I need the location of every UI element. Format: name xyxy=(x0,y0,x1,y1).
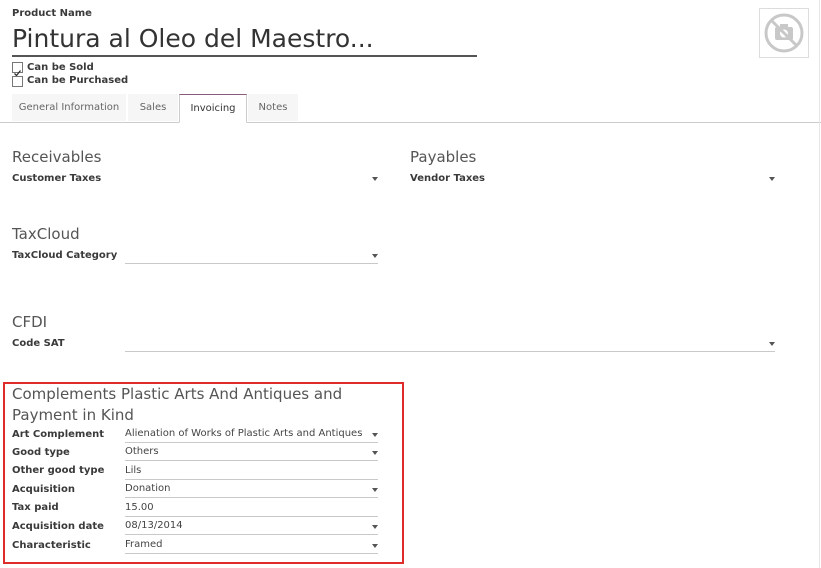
no-photo-camera-icon xyxy=(764,13,804,53)
chevron-down-icon xyxy=(372,451,378,455)
characteristic-field[interactable]: Framed xyxy=(125,539,378,554)
product-image[interactable] xyxy=(759,8,809,58)
can-be-purchased-checkbox[interactable] xyxy=(12,76,23,87)
other-good-type-value: Lils xyxy=(125,465,142,476)
other-good-type-label: Other good type xyxy=(12,465,105,476)
chevron-down-icon xyxy=(769,342,775,346)
complements-heading: Complements Plastic Arts And Antiques an… xyxy=(12,384,342,426)
product-name-input[interactable]: Pintura al Oleo del Maestro... xyxy=(12,22,477,57)
chevron-down-icon xyxy=(372,525,378,529)
vendor-taxes-label: Vendor Taxes xyxy=(410,173,485,184)
taxcloud-category-field[interactable] xyxy=(125,249,378,264)
other-good-type-input[interactable]: Lils xyxy=(125,465,378,480)
good-type-field[interactable]: Others xyxy=(125,446,378,461)
chevron-down-icon xyxy=(372,254,378,258)
code-sat-field[interactable] xyxy=(125,337,775,352)
payables-heading: Payables xyxy=(410,148,477,166)
taxcloud-category-label: TaxCloud Category xyxy=(12,250,118,261)
tab-invoicing[interactable]: Invoicing xyxy=(179,94,247,123)
tab-notes[interactable]: Notes xyxy=(248,94,298,121)
tabs-divider xyxy=(0,122,821,123)
acquisition-label: Acquisition xyxy=(12,484,75,495)
tab-general-information[interactable]: General Information xyxy=(12,94,126,121)
cfdi-heading: CFDI xyxy=(12,313,48,331)
acquisition-field[interactable]: Donation xyxy=(125,483,378,498)
chevron-down-icon xyxy=(372,488,378,492)
vendor-taxes-field[interactable] xyxy=(522,172,775,186)
good-type-label: Good type xyxy=(12,447,70,458)
chevron-down-icon xyxy=(372,177,378,181)
acquisition-date-field[interactable]: 08/13/2014 xyxy=(125,520,378,535)
receivables-heading: Receivables xyxy=(12,148,102,166)
chevron-down-icon xyxy=(372,433,378,437)
tab-sales[interactable]: Sales xyxy=(128,94,178,121)
can-be-sold-label: Can be Sold xyxy=(27,62,94,73)
complements-heading-line1: Complements Plastic Arts And Antiques an… xyxy=(12,385,343,403)
taxcloud-heading: TaxCloud xyxy=(12,225,80,243)
customer-taxes-field[interactable] xyxy=(125,172,378,186)
can-be-sold-checkbox[interactable] xyxy=(12,62,23,77)
good-type-value: Others xyxy=(125,446,159,457)
art-complement-field[interactable]: Alienation of Works of Plastic Arts and … xyxy=(125,428,378,443)
tax-paid-value: 15.00 xyxy=(125,502,154,513)
can-be-purchased-label: Can be Purchased xyxy=(27,75,129,86)
art-complement-value: Alienation of Works of Plastic Arts and … xyxy=(125,428,363,439)
acquisition-date-label: Acquisition date xyxy=(12,521,104,532)
art-complement-label: Art Complement xyxy=(12,429,105,440)
complements-heading-line2: Payment in Kind xyxy=(12,406,134,424)
acquisition-value: Donation xyxy=(125,483,171,494)
customer-taxes-label: Customer Taxes xyxy=(12,173,102,184)
right-border xyxy=(819,0,820,568)
acquisition-date-value: 08/13/2014 xyxy=(125,520,183,531)
characteristic-value: Framed xyxy=(125,539,163,550)
characteristic-label: Characteristic xyxy=(12,540,91,551)
chevron-down-icon xyxy=(769,177,775,181)
product-name-label: Product Name xyxy=(12,8,92,19)
code-sat-label: Code SAT xyxy=(12,338,65,349)
tax-paid-input[interactable]: 15.00 xyxy=(125,502,378,517)
chevron-down-icon xyxy=(372,544,378,548)
tax-paid-label: Tax paid xyxy=(12,502,59,513)
